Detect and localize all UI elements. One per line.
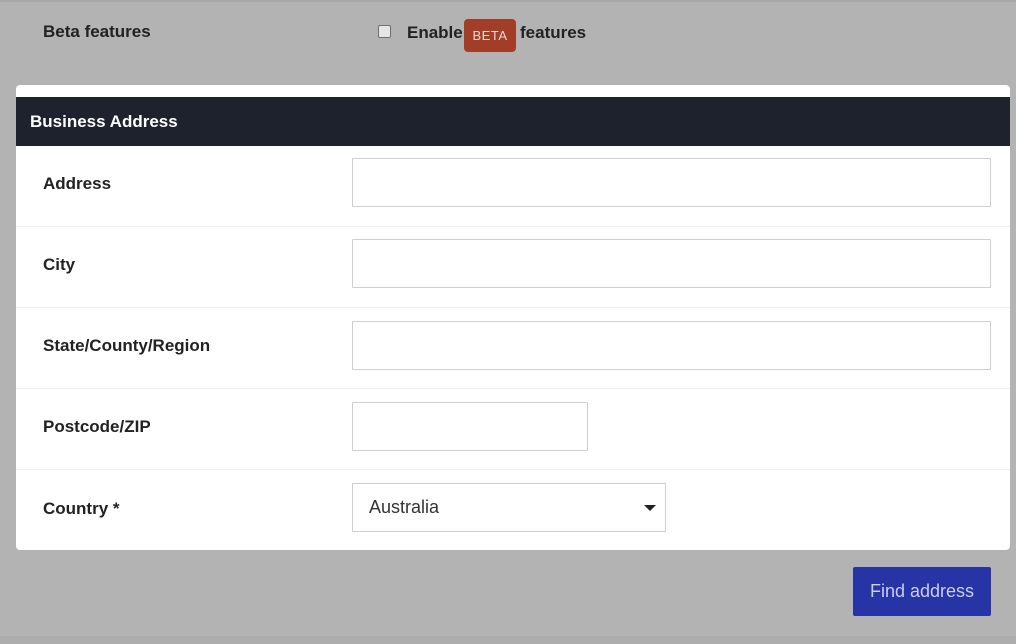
city-input[interactable] bbox=[352, 239, 991, 288]
card-title: Business Address bbox=[16, 97, 1010, 146]
chevron-down-icon bbox=[644, 505, 656, 511]
country-label: Country * bbox=[43, 499, 120, 518]
state-label: State/County/Region bbox=[43, 336, 211, 355]
features-label: features bbox=[520, 23, 587, 42]
city-row: City bbox=[16, 227, 1010, 308]
address-input[interactable] bbox=[352, 158, 991, 207]
postcode-input[interactable] bbox=[352, 402, 588, 451]
find-address-button[interactable]: Find address bbox=[853, 567, 991, 616]
country-row: Country * Australia bbox=[16, 470, 1010, 550]
postcode-label: Postcode/ZIP bbox=[43, 417, 151, 436]
beta-badge: BETA bbox=[464, 19, 516, 52]
enable-beta-checkbox[interactable] bbox=[378, 25, 391, 38]
postcode-row: Postcode/ZIP bbox=[16, 389, 1010, 470]
beta-features-row: Beta features Enable BETA features bbox=[0, 0, 1016, 70]
enable-label: Enable bbox=[407, 23, 463, 42]
address-row: Address bbox=[16, 146, 1010, 227]
state-input[interactable] bbox=[352, 321, 991, 370]
country-select-value: Australia bbox=[369, 497, 440, 517]
beta-features-label: Beta features bbox=[43, 22, 151, 41]
city-label: City bbox=[43, 255, 76, 274]
state-row: State/County/Region bbox=[16, 308, 1010, 389]
business-address-card: Business Address Address City State/Coun… bbox=[16, 85, 1010, 550]
country-select[interactable]: Australia bbox=[352, 483, 666, 532]
address-label: Address bbox=[43, 174, 112, 193]
bottom-divider bbox=[0, 636, 1016, 644]
